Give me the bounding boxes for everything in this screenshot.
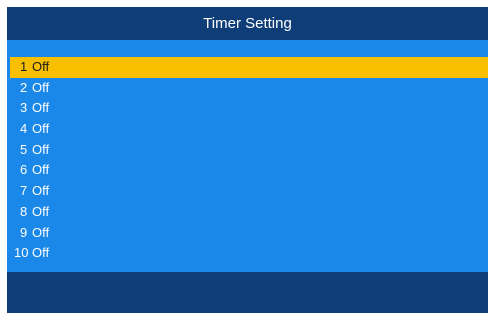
timer-row-9[interactable]: 9 Off [7, 223, 488, 244]
timer-number: 6 [20, 162, 28, 178]
page-title: Timer Setting [203, 15, 292, 32]
timer-row-1[interactable]: 1 Off [10, 57, 488, 78]
timer-number: 1 [20, 59, 28, 74]
timer-number: 5 [20, 141, 28, 157]
timer-status: Off [32, 59, 50, 74]
timer-list: 1 Off 2 Off 3 Off 4 Off 5 Off 6 Off 7 Of… [7, 57, 488, 264]
timer-status: Off [32, 224, 50, 240]
timer-row-8[interactable]: 8 Off [7, 202, 488, 223]
footer-bar [7, 272, 488, 313]
timer-status: Off [32, 121, 50, 137]
timer-row-2[interactable]: 2 Off [7, 78, 488, 99]
timer-status: Off [32, 245, 50, 261]
timer-status: Off [32, 141, 50, 157]
timer-row-4[interactable]: 4 Off [7, 119, 488, 140]
timer-status: Off [32, 100, 50, 116]
header-bar: Timer Setting [7, 7, 488, 40]
timer-row-6[interactable]: 6 Off [7, 160, 488, 181]
timer-row-7[interactable]: 7 Off [7, 181, 488, 202]
timer-number: 3 [20, 100, 28, 116]
timer-status: Off [32, 162, 50, 178]
timer-number: 4 [20, 121, 28, 137]
timer-number: 2 [20, 79, 28, 95]
timer-number: 10 [14, 245, 29, 261]
timer-number: 9 [20, 224, 28, 240]
timer-status: Off [32, 203, 50, 219]
timer-row-5[interactable]: 5 Off [7, 140, 488, 161]
timer-row-3[interactable]: 3 Off [7, 98, 488, 119]
timer-setting-screen: Timer Setting 1 Off 2 Off 3 Off 4 Off 5 … [7, 7, 488, 313]
timer-row-10[interactable]: 10 Off [7, 243, 488, 264]
timer-number: 7 [20, 183, 28, 199]
timer-status: Off [32, 79, 50, 95]
timer-number: 8 [20, 203, 28, 219]
timer-status: Off [32, 183, 50, 199]
